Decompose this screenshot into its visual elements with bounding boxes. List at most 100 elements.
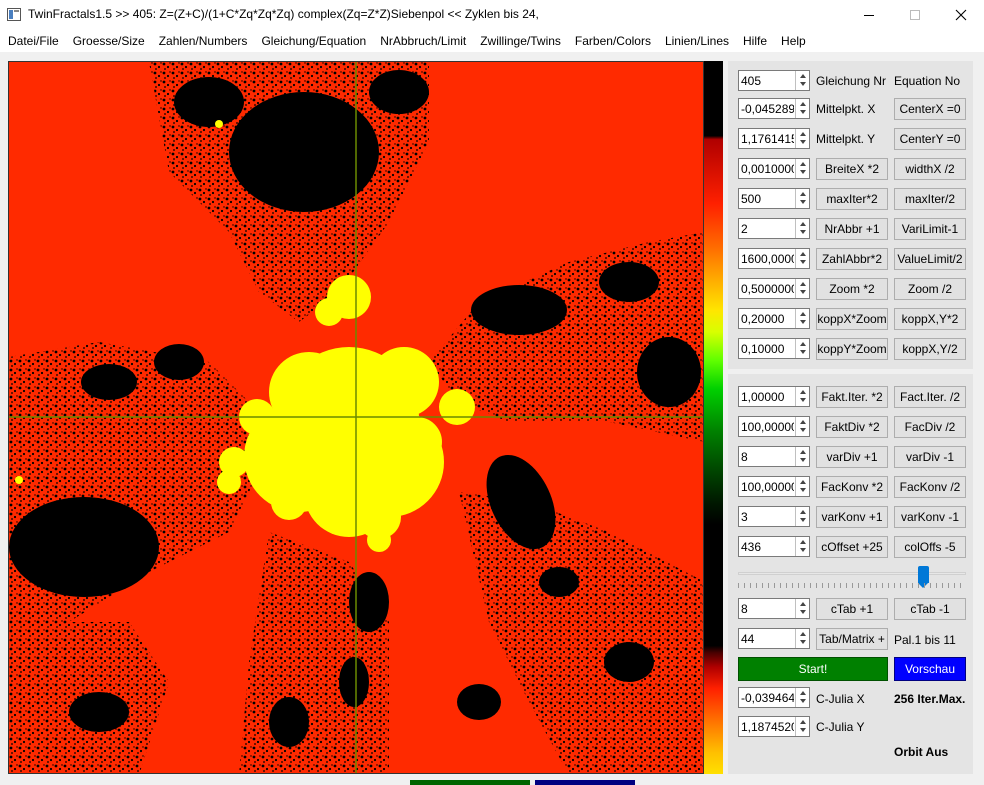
nr-abbr-plus-button[interactable]: NrAbbr +1 — [816, 218, 888, 240]
spin-up-icon[interactable] — [796, 71, 809, 80]
fractal-canvas[interactable] — [8, 61, 704, 774]
var-div-spinbox[interactable]: 8 — [738, 446, 810, 467]
spin-up-icon[interactable] — [796, 309, 809, 318]
fakt-iter-spinbox[interactable]: 1,00000 — [738, 386, 810, 407]
minimize-button[interactable] — [846, 0, 892, 30]
center-y-reset-button[interactable]: CenterY =0 — [894, 128, 966, 150]
fakt-iter-double-button[interactable]: Fakt.Iter. *2 — [816, 386, 888, 408]
spin-up-icon[interactable] — [796, 159, 809, 168]
width-half-button[interactable]: widthX /2 — [894, 158, 966, 180]
fac-konv-double-button[interactable]: FacKonv *2 — [816, 476, 888, 498]
spin-up-icon[interactable] — [796, 447, 809, 456]
spin-down-icon[interactable] — [796, 108, 809, 117]
spin-down-icon[interactable] — [796, 608, 809, 617]
center-x-reset-button[interactable]: CenterX =0 — [894, 98, 966, 120]
fakt-div-double-button[interactable]: FaktDiv *2 — [816, 416, 888, 438]
equation-no-spinbox[interactable]: 405 — [738, 70, 810, 91]
width-spinbox[interactable]: 0,0010000 — [738, 158, 810, 179]
spin-up-icon[interactable] — [796, 249, 809, 258]
c-offset-plus-button[interactable]: cOffset +25 — [816, 536, 888, 558]
spin-down-icon[interactable] — [796, 348, 809, 357]
vari-limit-minus-button[interactable]: VariLimit-1 — [894, 218, 966, 240]
spin-down-icon[interactable] — [796, 546, 809, 555]
center-x-spinbox[interactable]: -0,0452890 — [738, 98, 810, 119]
slider-track[interactable] — [738, 572, 966, 575]
kopp-y-spinbox[interactable]: 0,10000 — [738, 338, 810, 359]
zoom-double-button[interactable]: Zoom *2 — [816, 278, 888, 300]
spin-up-icon[interactable] — [796, 477, 809, 486]
spin-down-icon[interactable] — [796, 80, 809, 89]
color-offset-slider[interactable] — [738, 566, 966, 592]
fact-iter-half-button[interactable]: Fact.Iter. /2 — [894, 386, 966, 408]
fac-konv-spinbox[interactable]: 100,00000 — [738, 476, 810, 497]
menu-nrabbruch[interactable]: NrAbbruch/Limit — [375, 30, 471, 52]
menu-farben[interactable]: Farben/Colors — [570, 30, 656, 52]
spin-down-icon[interactable] — [796, 426, 809, 435]
julia-x-spinbox[interactable]: -0,0394649 — [738, 687, 810, 708]
spin-down-icon[interactable] — [796, 697, 809, 706]
preview-button[interactable]: Vorschau — [894, 657, 966, 681]
value-limit-half-button[interactable]: ValueLimit/2 — [894, 248, 966, 270]
spin-up-icon[interactable] — [796, 688, 809, 697]
width-double-button[interactable]: BreiteX *2 — [816, 158, 888, 180]
center-y-spinbox[interactable]: 1,1761415000 — [738, 128, 810, 149]
menu-zwillinge[interactable]: Zwillinge/Twins — [475, 30, 566, 52]
spin-up-icon[interactable] — [796, 507, 809, 516]
spin-up-icon[interactable] — [796, 417, 809, 426]
spin-down-icon[interactable] — [796, 228, 809, 237]
menu-hilfe[interactable]: Hilfe — [738, 30, 772, 52]
menu-datei[interactable]: Datei/File — [3, 30, 64, 52]
var-konv-plus-button[interactable]: varKonv +1 — [816, 506, 888, 528]
max-iter-double-button[interactable]: maxIter*2 — [816, 188, 888, 210]
spin-down-icon[interactable] — [796, 198, 809, 207]
spin-up-icon[interactable] — [796, 339, 809, 348]
zoom-spinbox[interactable]: 0,5000000 — [738, 278, 810, 299]
spin-down-icon[interactable] — [796, 288, 809, 297]
var-div-minus-button[interactable]: varDiv -1 — [894, 446, 966, 468]
max-iter-half-button[interactable]: maxIter/2 — [894, 188, 966, 210]
slider-thumb[interactable] — [918, 566, 929, 588]
kopp-xy-half-button[interactable]: koppX,Y/2 — [894, 338, 966, 360]
col-offs-minus-button[interactable]: colOffs -5 — [894, 536, 966, 558]
menu-help[interactable]: Help — [776, 30, 811, 52]
fac-konv-half-button[interactable]: FacKonv /2 — [894, 476, 966, 498]
start-button[interactable]: Start! — [738, 657, 888, 681]
spin-up-icon[interactable] — [796, 599, 809, 608]
spin-down-icon[interactable] — [796, 168, 809, 177]
spin-down-icon[interactable] — [796, 486, 809, 495]
kopp-x-spinbox[interactable]: 0,20000 — [738, 308, 810, 329]
spin-down-icon[interactable] — [796, 456, 809, 465]
spin-down-icon[interactable] — [796, 318, 809, 327]
spin-down-icon[interactable] — [796, 138, 809, 147]
fac-div-half-button[interactable]: FacDiv /2 — [894, 416, 966, 438]
menu-gleichung[interactable]: Gleichung/Equation — [256, 30, 371, 52]
c-tab-plus-button[interactable]: cTab +1 — [816, 598, 888, 620]
zoom-half-button[interactable]: Zoom /2 — [894, 278, 966, 300]
maximize-button[interactable] — [892, 0, 938, 30]
c-tab-minus-button[interactable]: cTab -1 — [894, 598, 966, 620]
spin-up-icon[interactable] — [796, 717, 809, 726]
var-konv-spinbox[interactable]: 3 — [738, 506, 810, 527]
zahl-abbr-spinbox[interactable]: 1600,0000 — [738, 248, 810, 269]
spin-down-icon[interactable] — [796, 638, 809, 647]
max-iter-spinbox[interactable]: 500 — [738, 188, 810, 209]
var-div-plus-button[interactable]: varDiv +1 — [816, 446, 888, 468]
spin-up-icon[interactable] — [796, 279, 809, 288]
tab-matrix-spinbox[interactable]: 44 — [738, 628, 810, 649]
close-button[interactable] — [938, 0, 984, 30]
menu-linien[interactable]: Linien/Lines — [660, 30, 734, 52]
spin-up-icon[interactable] — [796, 189, 809, 198]
spin-down-icon[interactable] — [796, 396, 809, 405]
spin-down-icon[interactable] — [796, 516, 809, 525]
kopp-y-zoom-button[interactable]: koppY*Zoom — [816, 338, 888, 360]
fakt-div-spinbox[interactable]: 100,00000 — [738, 416, 810, 437]
menu-zahlen[interactable]: Zahlen/Numbers — [154, 30, 253, 52]
spin-up-icon[interactable] — [796, 219, 809, 228]
spin-down-icon[interactable] — [796, 726, 809, 735]
spin-up-icon[interactable] — [796, 537, 809, 546]
nr-abbr-spinbox[interactable]: 2 — [738, 218, 810, 239]
kopp-x-zoom-button[interactable]: koppX*Zoom — [816, 308, 888, 330]
spin-up-icon[interactable] — [796, 387, 809, 396]
c-tab-spinbox[interactable]: 8 — [738, 598, 810, 619]
julia-y-spinbox[interactable]: 1,1874520 — [738, 716, 810, 737]
